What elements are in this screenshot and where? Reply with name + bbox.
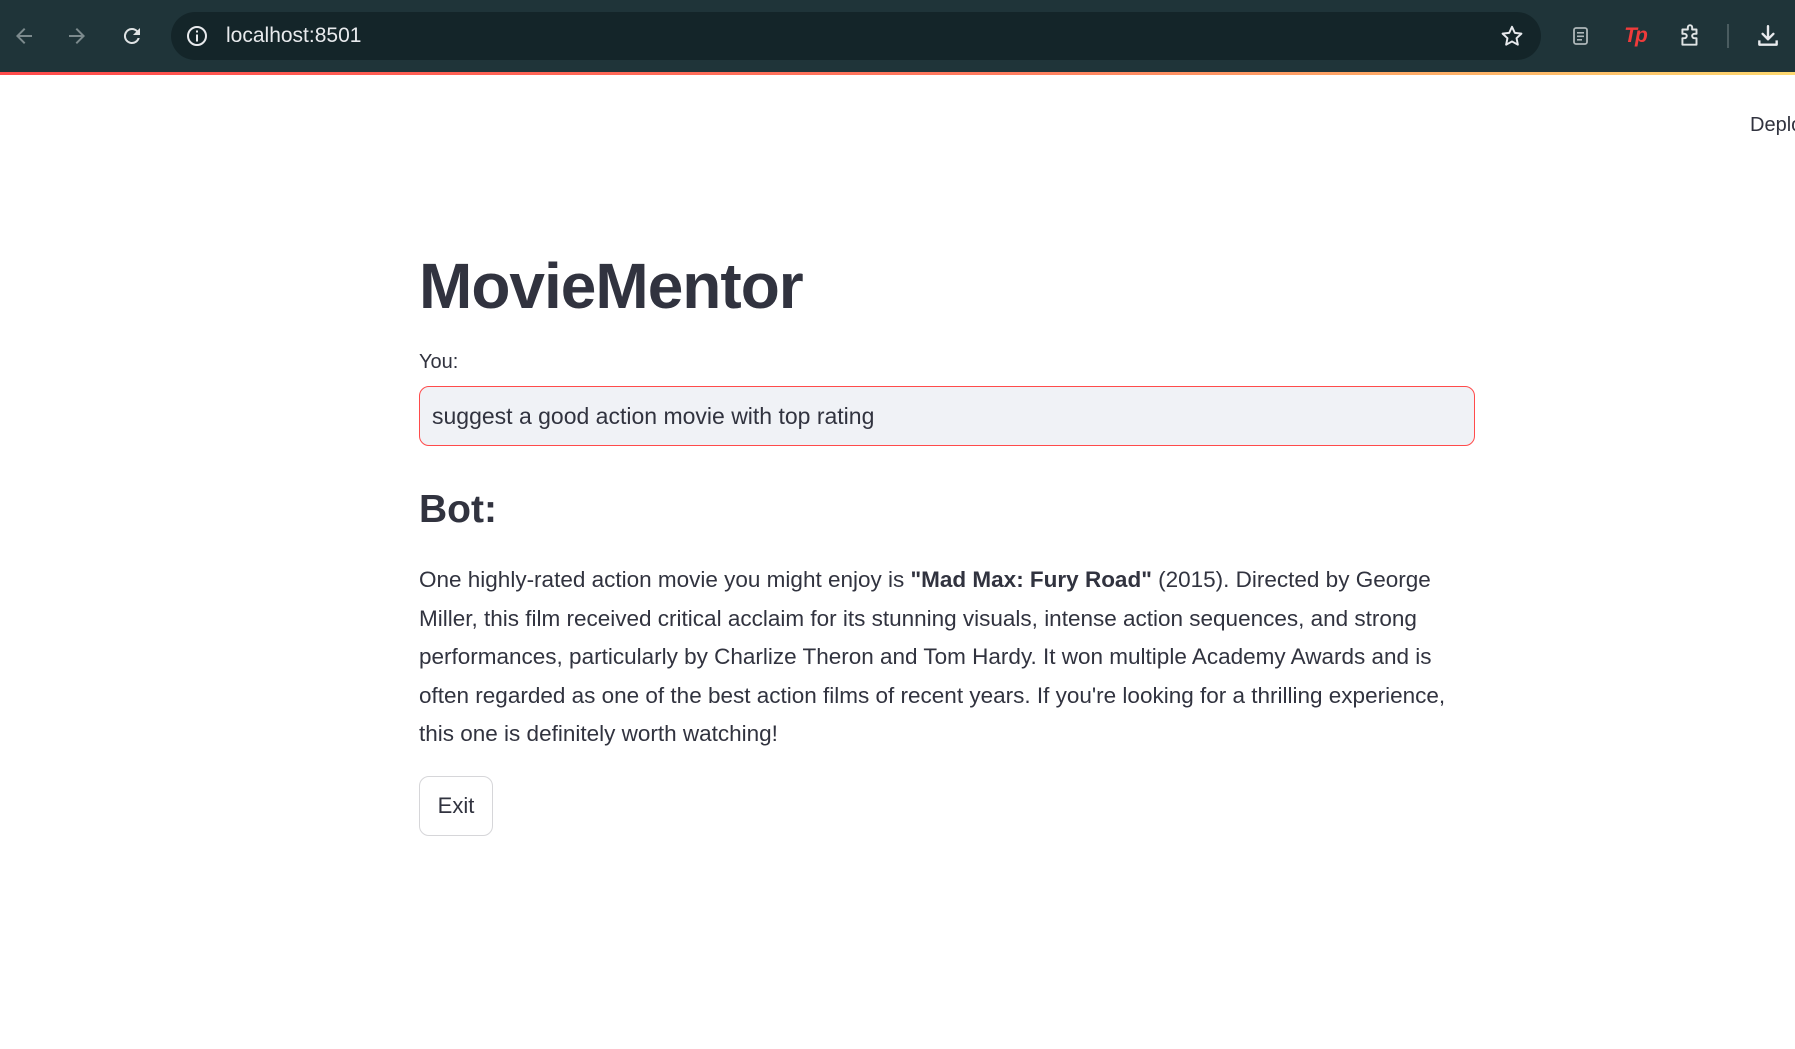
site-info-icon[interactable] bbox=[185, 24, 209, 48]
response-intro: One highly-rated action movie you might … bbox=[419, 567, 911, 592]
reload-icon bbox=[123, 27, 140, 44]
address-bar[interactable]: localhost:8501 bbox=[171, 12, 1541, 60]
browser-toolbar: localhost:8501 Tp bbox=[0, 0, 1795, 72]
url-text: localhost:8501 bbox=[226, 24, 362, 47]
response-movie-title: "Mad Max: Fury Road" bbox=[910, 567, 1152, 592]
downloads-icon[interactable] bbox=[1754, 22, 1782, 50]
extensions-puzzle-icon[interactable] bbox=[1676, 22, 1704, 50]
bot-response: One highly-rated action movie you might … bbox=[419, 561, 1475, 754]
chat-input[interactable] bbox=[419, 386, 1475, 446]
arrow-right-icon bbox=[69, 28, 85, 44]
reading-list-extension-icon[interactable] bbox=[1567, 22, 1595, 50]
toolbar-divider bbox=[1727, 24, 1729, 48]
main-container: MovieMentor You: Bot: One highly-rated a… bbox=[419, 240, 1475, 836]
page-title: MovieMentor bbox=[419, 250, 804, 322]
reload-button[interactable] bbox=[114, 18, 150, 54]
response-details: (2015). Directed by George Miller, this … bbox=[419, 567, 1446, 746]
input-label: You: bbox=[419, 351, 459, 373]
exit-button[interactable]: Exit bbox=[419, 775, 493, 836]
tp-extension-icon[interactable]: Tp bbox=[1621, 22, 1649, 50]
arrow-left-icon bbox=[16, 28, 32, 44]
bookmark-star-icon[interactable] bbox=[1499, 23, 1525, 49]
app-header-decoration bbox=[0, 72, 1795, 75]
forward-button[interactable] bbox=[59, 18, 95, 54]
bot-heading: Bot: bbox=[419, 488, 497, 531]
deploy-button[interactable]: Deploy bbox=[1750, 114, 1795, 137]
back-button[interactable] bbox=[6, 18, 42, 54]
